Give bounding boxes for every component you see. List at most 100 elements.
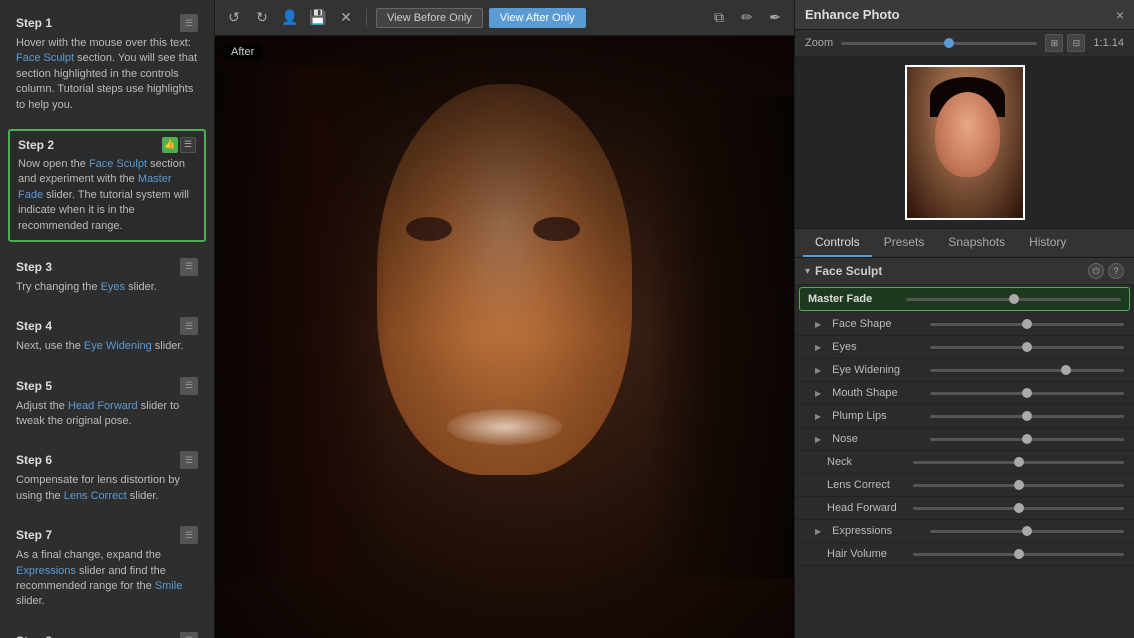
tab-presets[interactable]: Presets [872,229,937,257]
mouth-shape-thumb [1022,388,1032,398]
close-button[interactable]: ✕ [335,7,357,29]
step-block-8: Step 8☰Try pressing the Flip to Before b… [8,626,206,638]
zoom-icons: ⊞ ⊟ [1045,34,1085,52]
slider-neck: Neck [795,451,1134,474]
view-after-button[interactable]: View After Only [489,8,586,28]
lens-correct-thumb [1014,480,1024,490]
step-1-title: Step 1 [16,16,52,30]
nose-track[interactable] [930,438,1124,441]
link-lens-correct[interactable]: Lens Correct [64,490,127,502]
step-2-menu-btn[interactable]: ☰ [180,137,196,153]
hair-volume-track[interactable] [913,553,1124,556]
crop-icon[interactable]: ⊟ [1067,34,1085,52]
slider-hair-volume: Hair Volume [795,543,1134,566]
zoom-label: Zoom [805,37,833,49]
link-face-sculpt[interactable]: Face Sculpt [16,52,74,64]
undo-button[interactable]: ↺ [223,7,245,29]
step-8-title: Step 8 [16,634,52,638]
step-6-title: Step 6 [16,453,52,467]
step-1-icon: ☰ [180,14,198,32]
expressions-expand: ▶ [815,527,821,536]
after-badge: After [223,44,262,60]
pen-button[interactable]: ✏ [736,7,758,29]
eye-widening-track[interactable] [930,369,1124,372]
step-2-like-btn[interactable]: 👍 [162,137,178,153]
section-chevron: ▾ [805,266,810,277]
portrait-background [215,36,794,638]
step-7-title: Step 7 [16,528,52,542]
view-before-button[interactable]: View Before Only [376,8,483,28]
right-eye [533,217,579,241]
link-face-sculpt[interactable]: Face Sculpt [89,158,147,170]
save-button[interactable]: 💾 [307,7,329,29]
face-shape-label: Face Shape [832,318,922,330]
step-7-icon: ☰ [180,526,198,544]
zoom-slider[interactable] [841,42,1037,45]
expressions-track[interactable] [930,530,1124,533]
link-expressions[interactable]: Expressions [16,565,76,577]
tab-controls[interactable]: Controls [803,229,872,257]
neck-label: Neck [815,456,905,468]
step-block-7: Step 7 ☰ As a final change, expand the Exp… [8,520,206,616]
face-shape-track[interactable] [930,323,1124,326]
step-6-icon: ☰ [180,451,198,469]
section-actions: ⏻ ? [1088,263,1124,279]
help-button[interactable]: ? [1108,263,1124,279]
thumb-face [935,92,1000,177]
slider-head-forward: Head Forward [795,497,1134,520]
head-forward-thumb [1014,503,1024,513]
neck-track[interactable] [913,461,1124,464]
enhance-photo-title: Enhance Photo [805,7,900,22]
step-7-text: As a final change, expand the Expression… [16,548,198,610]
slider-plump-lips: ▶ Plump Lips [795,405,1134,428]
power-button[interactable]: ⏻ [1088,263,1104,279]
slider-lens-correct: Lens Correct [795,474,1134,497]
head-forward-label: Head Forward [815,502,905,514]
eyes-label: Eyes [832,341,922,353]
master-fade-track[interactable] [906,298,1121,301]
link-smile[interactable]: Smile [155,580,183,592]
tab-history[interactable]: History [1017,229,1078,257]
hair-volume-label: Hair Volume [815,548,905,560]
master-fade-thumb [1009,294,1019,304]
slider-eyes: ▶ Eyes [795,336,1134,359]
nose-label: Nose [832,433,922,445]
control-tabs: Controls Presets Snapshots History [795,229,1134,258]
plump-lips-track[interactable] [930,415,1124,418]
link-head-forward[interactable]: Head Forward [68,400,138,412]
step-2-text: Now open the Face Sculpt section and exp… [18,157,196,234]
fit-icon[interactable]: ⊞ [1045,34,1063,52]
link-master-fade[interactable]: Master Fade [18,173,171,200]
center-image-panel: ↺ ↻ 👤 💾 ✕ View Before Only View After On… [215,0,794,638]
link-eyes[interactable]: Eyes [101,281,125,293]
nose-thumb [1022,434,1032,444]
mouth-shape-label: Mouth Shape [832,387,922,399]
layers-button[interactable]: ⧉ [708,7,730,29]
user-button[interactable]: 👤 [279,7,301,29]
head-forward-track[interactable] [913,507,1124,510]
mouth-shape-track[interactable] [930,392,1124,395]
face-sculpt-section-header[interactable]: ▾ Face Sculpt ⏻ ? [795,258,1134,285]
neck-thumb [1014,457,1024,467]
step-block-3: Step 3☰Try changing the Eyes slider. [8,252,206,301]
step-5-text: Adjust the Head Forward slider to tweak … [16,399,198,430]
tab-snapshots[interactable]: Snapshots [936,229,1017,257]
eyes-track[interactable] [930,346,1124,349]
step-5-icon: ☰ [180,377,198,395]
panel-close-button[interactable]: × [1116,7,1124,23]
redo-button[interactable]: ↻ [251,7,273,29]
hair-right [649,96,794,578]
plump-lips-expand: ▶ [815,412,821,421]
lens-correct-track[interactable] [913,484,1124,487]
step-block-1: Step 1☰Hover with the mouse over this te… [8,8,206,119]
step-7-header: Step 7 ☰ [16,526,198,544]
step-1-header: Step 1 ☰ [16,14,198,32]
left-tutorial-panel: Step 1☰Hover with the mouse over this te… [0,0,215,638]
zoom-bar: Zoom ⊞ ⊟ 1:1.14 [795,30,1134,57]
link-eye-widening[interactable]: Eye Widening [84,340,152,352]
step-4-text: Next, use the Eye Widening slider. [16,339,198,354]
step-8-header: Step 8☰ [16,632,198,638]
pen2-button[interactable]: ✒ [764,7,786,29]
step-4-title: Step 4 [16,319,52,333]
face-shape-thumb [1022,319,1032,329]
